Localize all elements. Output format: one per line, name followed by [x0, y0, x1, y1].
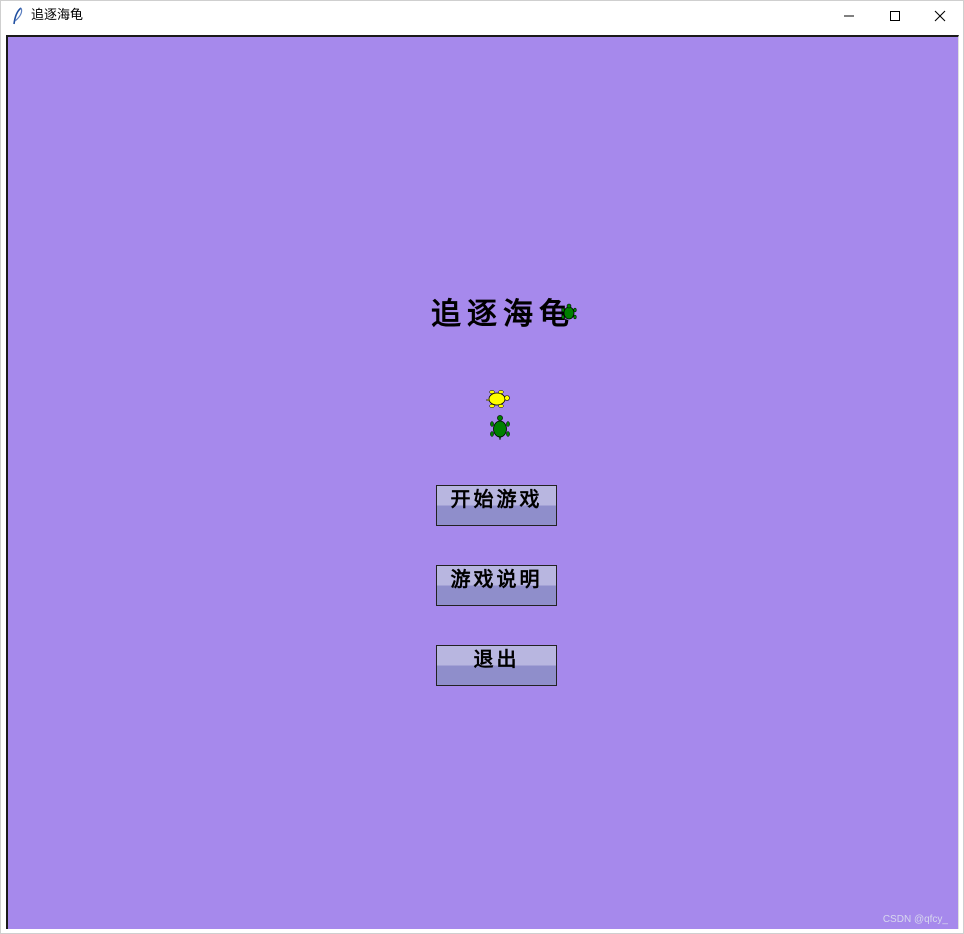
title-turtle-icon: [561, 303, 577, 320]
game-canvas[interactable]: 追逐海龟 开始游戏 游戏说明 退出 CSDN @qfcy_: [6, 35, 959, 929]
game-instructions-button[interactable]: 游戏说明: [436, 565, 557, 606]
maximize-icon: [890, 11, 900, 21]
game-title: 追逐海龟: [431, 297, 575, 332]
watermark: CSDN @qfcy_: [882, 914, 948, 925]
window-title: 追逐海龟: [31, 8, 84, 23]
close-icon: [934, 10, 946, 22]
chaser-turtle-icon: [490, 415, 510, 441]
maximize-button[interactable]: [872, 1, 918, 31]
start-game-button[interactable]: 开始游戏: [436, 485, 557, 526]
feather-icon: [13, 7, 23, 25]
player-turtle-icon: [485, 390, 510, 408]
close-button[interactable]: [917, 1, 963, 31]
app-window: 追逐海龟 追逐海龟 开始游戏 游戏说明 退出 CSDN @qfcy_: [0, 0, 964, 934]
title-bar[interactable]: 追逐海龟: [1, 1, 963, 31]
quit-button[interactable]: 退出: [436, 645, 557, 686]
minimize-icon: [844, 15, 854, 17]
minimize-button[interactable]: [826, 1, 872, 31]
